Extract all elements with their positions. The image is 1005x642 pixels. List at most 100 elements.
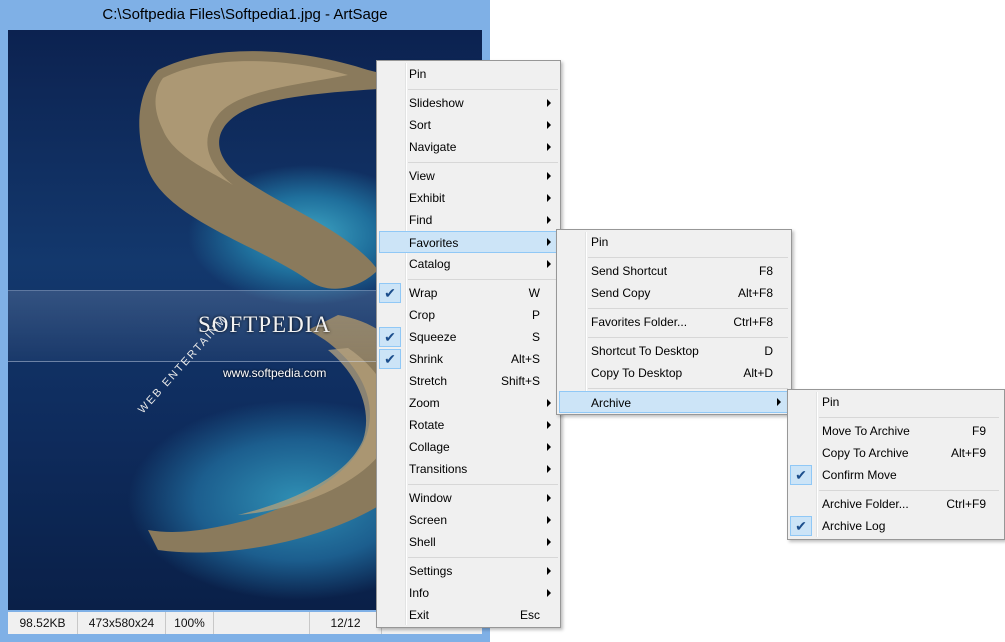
- menu-item-view[interactable]: View: [379, 165, 558, 187]
- menu-item-navigate[interactable]: Navigate: [379, 136, 558, 158]
- menu-item-label: Favorites Folder...: [591, 315, 688, 329]
- menu-item-slideshow[interactable]: Slideshow: [379, 92, 558, 114]
- menu-item-label: Slideshow: [409, 96, 464, 110]
- menu-item-shortcut-to-desktop[interactable]: Shortcut To Desktop D: [559, 340, 789, 362]
- menu-separator: [819, 490, 999, 491]
- menu-item-label: Navigate: [409, 140, 457, 154]
- menu-item-favorites-pin[interactable]: Pin: [559, 231, 789, 253]
- menu-item-label: Squeeze: [409, 330, 457, 344]
- menu-item-label: Screen: [409, 513, 448, 527]
- status-dimensions: 473x580x24: [78, 612, 166, 634]
- submenu-arrow-icon: [547, 516, 551, 524]
- menu-item-archive[interactable]: Archive: [559, 391, 789, 413]
- menu-item-sort[interactable]: Sort: [379, 114, 558, 136]
- status-index: 12/12: [310, 612, 382, 634]
- menu-item-send-copy[interactable]: Send Copy Alt+F8: [559, 282, 789, 304]
- menu-item-label: Zoom: [409, 396, 440, 410]
- menu-item-archive-log[interactable]: ✔ Archive Log: [790, 515, 1002, 537]
- menu-item-window[interactable]: Window: [379, 487, 558, 509]
- menu-item-exit[interactable]: Exit Esc: [379, 604, 558, 626]
- menu-item-favorites[interactable]: Favorites: [379, 231, 558, 253]
- menu-separator: [588, 337, 788, 338]
- status-blank: [214, 612, 310, 634]
- menu-item-exhibit[interactable]: Exhibit: [379, 187, 558, 209]
- menu-separator: [408, 484, 558, 485]
- menu-item-label: Exit: [409, 608, 430, 622]
- menu-item-catalog[interactable]: Catalog: [379, 253, 558, 275]
- menu-item-zoom[interactable]: Zoom: [379, 392, 558, 414]
- menu-item-label: Move To Archive: [822, 424, 910, 438]
- menu-item-info[interactable]: Info: [379, 582, 558, 604]
- menu-item-label: Window: [409, 491, 452, 505]
- menu-item-label: Sort: [409, 118, 432, 132]
- menu-item-shortcut: P: [531, 308, 540, 322]
- watermark-url: www.softpedia.com: [223, 366, 327, 380]
- check-icon: ✔: [379, 283, 401, 303]
- submenu-arrow-icon: [547, 494, 551, 502]
- menu-item-shortcut: Ctrl+F8: [733, 315, 773, 329]
- menu-item-pin[interactable]: Pin: [379, 63, 558, 85]
- menu-separator: [819, 417, 999, 418]
- menu-item-label: Collage: [409, 440, 450, 454]
- menu-item-wrap[interactable]: ✔ Wrap W: [379, 282, 558, 304]
- menu-item-label: Crop: [409, 308, 436, 322]
- menu-item-settings[interactable]: Settings: [379, 560, 558, 582]
- menu-item-squeeze[interactable]: ✔ Squeeze S: [379, 326, 558, 348]
- menu-item-label: Find: [409, 213, 433, 227]
- menu-item-copy-to-desktop[interactable]: Copy To Desktop Alt+D: [559, 362, 789, 384]
- menu-item-label: Copy To Desktop: [591, 366, 683, 380]
- menu-item-shortcut: S: [531, 330, 540, 344]
- menu-item-shortcut: Alt+S: [510, 352, 540, 366]
- menu-item-label: Shell: [409, 535, 436, 549]
- menu-item-label: Copy To Archive: [822, 446, 909, 460]
- check-icon: ✔: [790, 465, 812, 485]
- menu-item-shortcut: F9: [971, 424, 986, 438]
- menu-item-shortcut: Shift+S: [500, 374, 540, 388]
- menu-item-archive-pin[interactable]: Pin: [790, 391, 1002, 413]
- menu-item-shortcut: Alt+F9: [950, 446, 986, 460]
- submenu-arrow-icon: [547, 567, 551, 575]
- menu-item-shrink[interactable]: ✔ Shrink Alt+S: [379, 348, 558, 370]
- submenu-arrow-icon: [547, 238, 551, 246]
- menu-item-send-shortcut[interactable]: Send Shortcut F8: [559, 260, 789, 282]
- menu-item-label: Rotate: [409, 418, 445, 432]
- menu-item-confirm-move[interactable]: ✔ Confirm Move: [790, 464, 1002, 486]
- menu-item-label: Favorites: [409, 236, 459, 250]
- submenu-arrow-icon: [547, 465, 551, 473]
- submenu-arrow-icon: [547, 443, 551, 451]
- status-file-size: 98.52KB: [8, 612, 78, 634]
- submenu-arrow-icon: [547, 399, 551, 407]
- menu-item-crop[interactable]: Crop P: [379, 304, 558, 326]
- submenu-arrow-icon: [547, 589, 551, 597]
- menu-item-label: Shrink: [409, 352, 444, 366]
- menu-item-screen[interactable]: Screen: [379, 509, 558, 531]
- menu-item-transitions[interactable]: Transitions: [379, 458, 558, 480]
- submenu-arrow-icon: [547, 194, 551, 202]
- menu-item-copy-to-archive[interactable]: Copy To Archive Alt+F9: [790, 442, 1002, 464]
- menu-item-label: Send Shortcut: [591, 264, 668, 278]
- menu-separator: [408, 279, 558, 280]
- menu-item-rotate[interactable]: Rotate: [379, 414, 558, 436]
- menu-item-shortcut: Alt+F8: [737, 286, 773, 300]
- menu-item-shell[interactable]: Shell: [379, 531, 558, 553]
- menu-item-label: Stretch: [409, 374, 448, 388]
- menu-item-find[interactable]: Find: [379, 209, 558, 231]
- submenu-arrow-icon: [547, 172, 551, 180]
- menu-item-stretch[interactable]: Stretch Shift+S: [379, 370, 558, 392]
- menu-item-label: Pin: [822, 395, 840, 409]
- menu-item-shortcut: Esc: [519, 608, 540, 622]
- menu-item-label: Pin: [409, 67, 427, 81]
- menu-item-label: Info: [409, 586, 430, 600]
- submenu-arrow-icon: [547, 99, 551, 107]
- menu-item-move-to-archive[interactable]: Move To Archive F9: [790, 420, 1002, 442]
- menu-item-favorites-folder[interactable]: Favorites Folder... Ctrl+F8: [559, 311, 789, 333]
- menu-item-shortcut: Ctrl+F9: [946, 497, 986, 511]
- menu-item-label: Confirm Move: [822, 468, 897, 482]
- menu-item-collage[interactable]: Collage: [379, 436, 558, 458]
- check-icon: ✔: [379, 327, 401, 347]
- menu-separator: [588, 388, 788, 389]
- menu-item-label: Archive: [591, 396, 632, 410]
- context-menu-main: Pin Slideshow Sort Navigate View Exhibit…: [376, 60, 561, 628]
- menu-item-label: Wrap: [409, 286, 438, 300]
- menu-item-archive-folder[interactable]: Archive Folder... Ctrl+F9: [790, 493, 1002, 515]
